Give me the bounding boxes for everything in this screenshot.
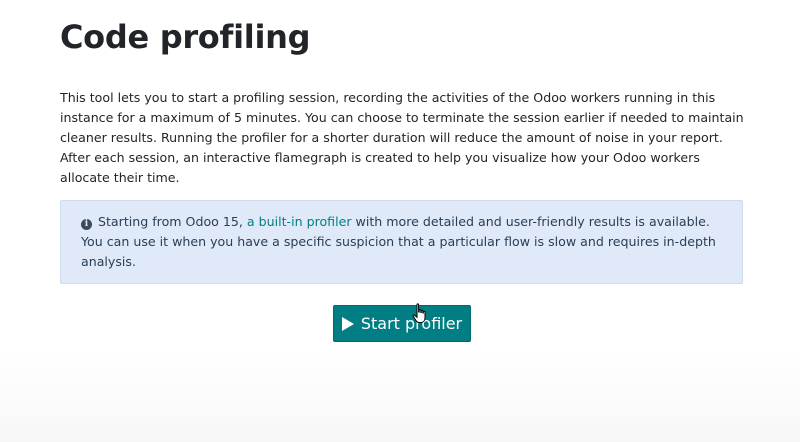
play-icon: [341, 316, 354, 331]
start-profiler-label: Start profiler: [360, 314, 463, 333]
intro-paragraph: This tool lets you to start a profiling …: [60, 90, 744, 185]
info-alert: i Starting from Odoo 15, a built-in prof…: [60, 200, 743, 284]
page-title: Code profiling: [60, 18, 311, 56]
alert-text-before: Starting from Odoo 15,: [94, 214, 247, 229]
built-in-profiler-link[interactable]: a built-in profiler: [247, 214, 352, 229]
info-circle-icon: i: [81, 219, 92, 230]
page: Code profiling This tool lets you to sta…: [0, 0, 800, 442]
start-profiler-button[interactable]: Start profiler: [333, 305, 471, 342]
